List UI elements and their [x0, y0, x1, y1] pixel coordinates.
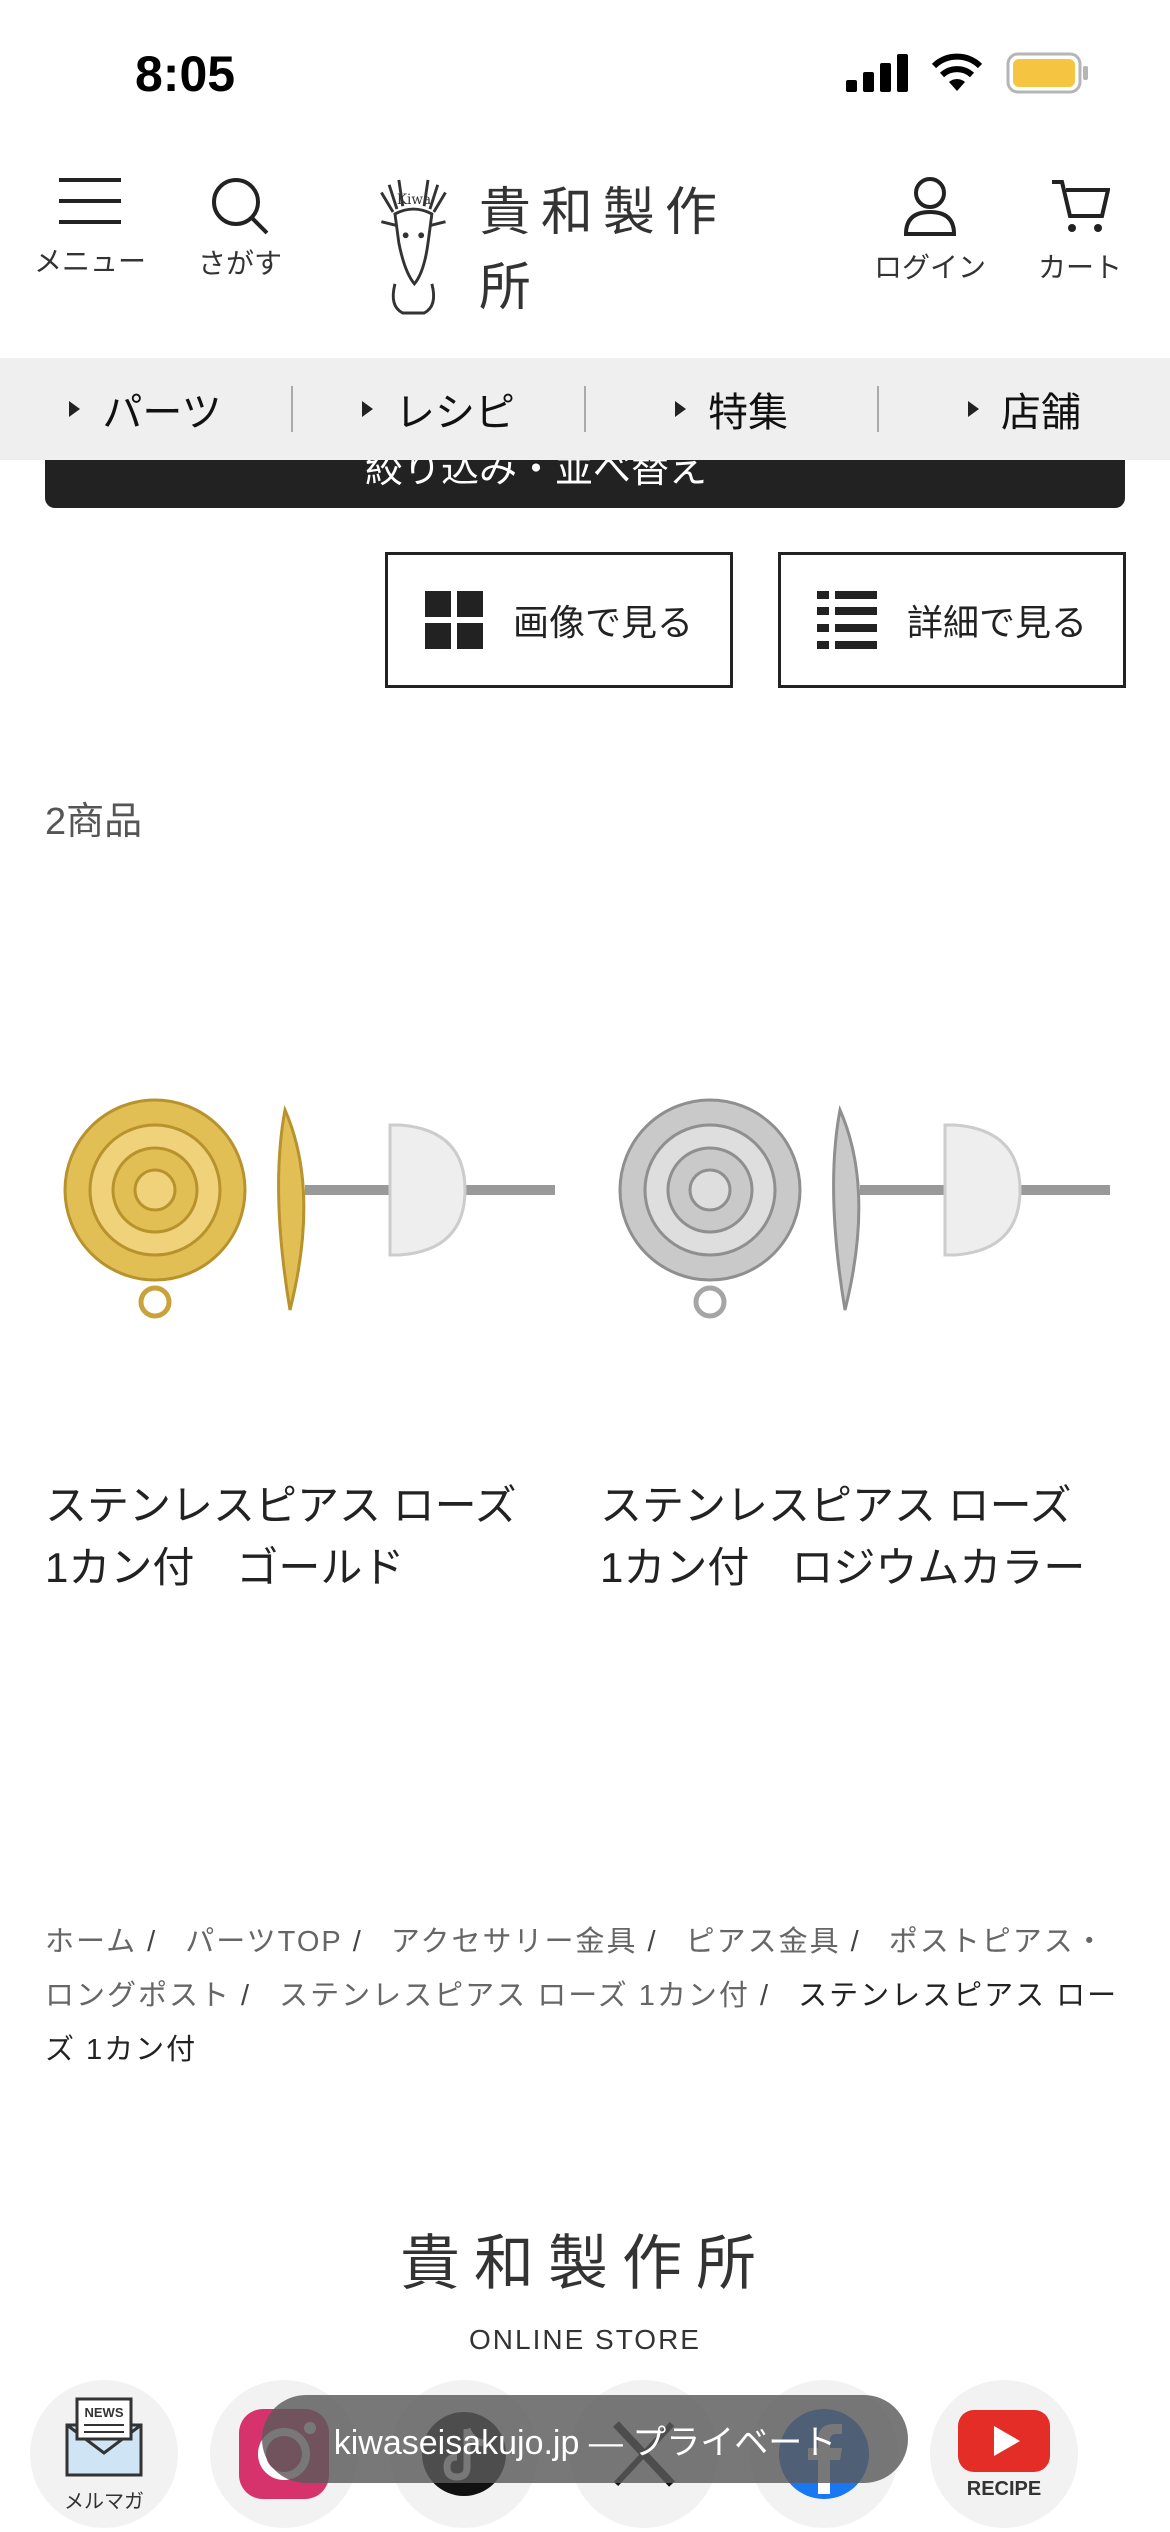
footer-logo-text: 貴和製作所: [400, 2229, 770, 2299]
product-image: [618, 1098, 1110, 1319]
news-badge: NEWS: [85, 2405, 124, 2420]
product-image: [63, 1098, 555, 1319]
wifi-icon: [931, 53, 983, 91]
deer-logo-icon: Kiwa: [380, 179, 447, 314]
recipe-label: RECIPE: [966, 2477, 1042, 2500]
breadcrumb: ホーム / パーツTOP / アクセサリー金具 / ピアス金具 / ポストピアス・ロング…: [45, 1926, 1119, 2066]
browser-address-bar[interactable]: kiwaseisakujo.jp — プライベート: [262, 2395, 908, 2483]
nav-item-label: 店舗: [1001, 391, 1081, 435]
category-nav: パーツ レシピ 特集 店舗: [0, 358, 1170, 460]
product-title[interactable]: ステンレスピアス ローズ 1カン付 ゴールド: [45, 1475, 575, 1599]
login-label: ログイン: [873, 252, 986, 283]
status-bar: 8:05: [0, 0, 1170, 150]
svg-text:Kiwa: Kiwa: [397, 192, 431, 208]
triangle-right-icon: [69, 401, 81, 417]
nav-item-feature[interactable]: 特集: [586, 380, 877, 438]
nav-item-label: 特集: [708, 391, 788, 435]
youtube-icon: [958, 2409, 1050, 2472]
cart-icon: [1052, 180, 1110, 232]
newsletter-link[interactable]: NEWS メルマガ: [30, 2380, 178, 2528]
site-header: メニュー さがす Kiwa 貴和製作所 ログイン カート: [0, 150, 1170, 358]
product-title-line1: ステンレスピアス ローズ: [600, 1482, 1072, 1529]
grid-icon: [424, 591, 483, 649]
nav-item-label: パーツ: [102, 391, 222, 435]
site-logo[interactable]: Kiwa 貴和製作所: [360, 170, 780, 320]
nav-item-stores[interactable]: 店舗: [879, 380, 1170, 438]
browser-url: kiwaseisakujo.jp — プライベート: [333, 2423, 837, 2462]
product-card-rhodium[interactable]: ステンレスピアス ローズ 1カン付 ロジウムカラー: [600, 1040, 1130, 1599]
product-title-line2: 1カン付 ロジウムカラー: [600, 1544, 1086, 1591]
search-label: さがす: [197, 248, 282, 279]
search-icon: [212, 178, 269, 235]
footer-logo[interactable]: 貴和製作所 ONLINE STORE: [0, 2215, 1170, 2356]
triangle-right-icon: [362, 401, 373, 417]
mail-news-icon: NEWS: [65, 2397, 143, 2476]
breadcrumb-link[interactable]: パーツTOP: [185, 1926, 343, 1958]
product-card-gold[interactable]: ステンレスピアス ローズ 1カン付 ゴールド: [45, 1040, 575, 1599]
detail-view-label: 詳細で見る: [906, 602, 1087, 643]
triangle-right-icon: [675, 401, 686, 417]
breadcrumb-link[interactable]: ホーム: [45, 1926, 137, 1958]
nav-item-recipe[interactable]: レシピ: [293, 380, 584, 438]
menu-button[interactable]: メニュー: [15, 176, 165, 280]
newsletter-label: メルマガ: [64, 2490, 144, 2513]
breadcrumb-link[interactable]: アクセサリー金具: [391, 1926, 638, 1958]
search-button[interactable]: さがす: [165, 176, 315, 282]
filter-label: 絞り込み・並べ替え: [365, 460, 708, 491]
user-icon: [903, 177, 957, 236]
youtube-recipe-link[interactable]: RECIPE: [930, 2380, 1078, 2528]
detail-view-button[interactable]: 詳細で見る: [778, 552, 1126, 688]
list-icon: [816, 591, 877, 649]
product-title-line1: ステンレスピアス ローズ: [45, 1482, 517, 1529]
triangle-right-icon: [968, 401, 979, 417]
menu-label: メニュー: [33, 246, 146, 277]
nav-item-label: レシピ: [395, 391, 515, 435]
status-time: 8:05: [135, 46, 236, 102]
status-icons: [846, 52, 1090, 94]
cart-button[interactable]: カート: [1005, 176, 1155, 286]
product-title[interactable]: ステンレスピアス ローズ 1カン付 ロジウムカラー: [600, 1475, 1130, 1599]
cart-label: カート: [1037, 252, 1122, 283]
footer-store-label: ONLINE STORE: [469, 2324, 701, 2355]
product-count: 2商品: [45, 801, 143, 843]
filter-sort-button[interactable]: 絞り込み・並べ替え: [45, 460, 1125, 508]
image-view-label: 画像で見る: [512, 602, 693, 643]
breadcrumb-link[interactable]: ピアス金具: [686, 1926, 841, 1958]
nav-item-parts[interactable]: パーツ: [0, 380, 291, 438]
battery-icon: [1006, 52, 1088, 94]
login-button[interactable]: ログイン: [855, 176, 1005, 286]
hamburger-icon: [59, 178, 121, 224]
logo-text: 貴和製作所: [478, 183, 727, 318]
signal-icon: [846, 54, 908, 92]
image-view-button[interactable]: 画像で見る: [385, 552, 733, 688]
product-title-line2: 1カン付 ゴールド: [45, 1544, 405, 1591]
breadcrumb-link[interactable]: ステンレスピアス ローズ 1カン付: [279, 1980, 750, 2012]
